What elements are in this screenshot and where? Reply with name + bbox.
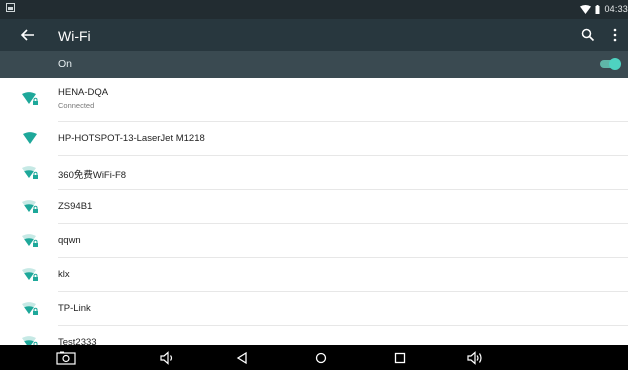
wifi-locked-signal-icon [22, 92, 38, 106]
wifi-toggle[interactable] [598, 58, 621, 70]
clock: 04:33 [604, 4, 628, 14]
status-icons: 04:33 [580, 3, 628, 15]
status-bar: 04:33 [0, 0, 628, 19]
wifi-switch-label: On [58, 58, 73, 70]
battery-icon [595, 4, 600, 14]
network-row[interactable]: klx [0, 258, 628, 292]
network-row[interactable]: HENA-DQA Connected [0, 78, 628, 122]
page-title: Wi-Fi [58, 28, 91, 44]
wifi-signal-icon [580, 4, 592, 14]
back-icon[interactable] [233, 350, 251, 366]
wifi-open-signal-icon [22, 132, 38, 146]
network-row[interactable]: ZS94B1 [0, 190, 628, 224]
notification-image-icon [6, 3, 15, 12]
wifi-locked-signal-icon [22, 200, 38, 214]
more-options-icon[interactable] [610, 27, 620, 43]
wifi-locked-signal-icon [22, 268, 38, 282]
toggle-thumb [609, 58, 621, 70]
volume-up-icon[interactable] [466, 350, 484, 366]
network-name: ZS94B1 [58, 201, 93, 212]
wifi-locked-signal-icon [22, 166, 38, 180]
recents-icon[interactable] [391, 350, 409, 366]
network-row[interactable]: Test2333 [0, 326, 628, 345]
wifi-locked-signal-icon [22, 336, 38, 345]
wifi-locked-signal-icon [22, 302, 38, 316]
network-list: HENA-DQA Connected HP-HOTSPOT-13-LaserJe… [0, 78, 628, 345]
wifi-locked-signal-icon [22, 234, 38, 248]
network-name: HENA-DQA [58, 87, 109, 98]
network-row[interactable]: qqwn [0, 224, 628, 258]
wifi-master-switch-bar[interactable]: On [0, 51, 628, 78]
network-name: qqwn [58, 235, 81, 246]
network-name: TP-Link [58, 303, 91, 314]
network-name: 360免费WiFi-F8 [58, 170, 127, 181]
network-row[interactable]: TP-Link [0, 292, 628, 326]
network-row[interactable]: 360免费WiFi-F8 [0, 156, 628, 190]
network-name: HP-HOTSPOT-13-LaserJet M1218 [58, 133, 205, 144]
search-icon[interactable] [580, 27, 596, 43]
network-name: klx [58, 269, 70, 280]
navigation-bar [0, 345, 628, 370]
network-row[interactable]: HP-HOTSPOT-13-LaserJet M1218 [0, 122, 628, 156]
app-bar: Wi-Fi [0, 19, 628, 51]
screenshot-icon[interactable] [56, 350, 76, 366]
network-name: Test2333 [58, 337, 97, 345]
network-status: Connected [58, 101, 95, 110]
back-arrow-icon[interactable] [18, 26, 38, 44]
volume-down-icon[interactable] [158, 350, 176, 366]
home-icon[interactable] [312, 350, 330, 366]
